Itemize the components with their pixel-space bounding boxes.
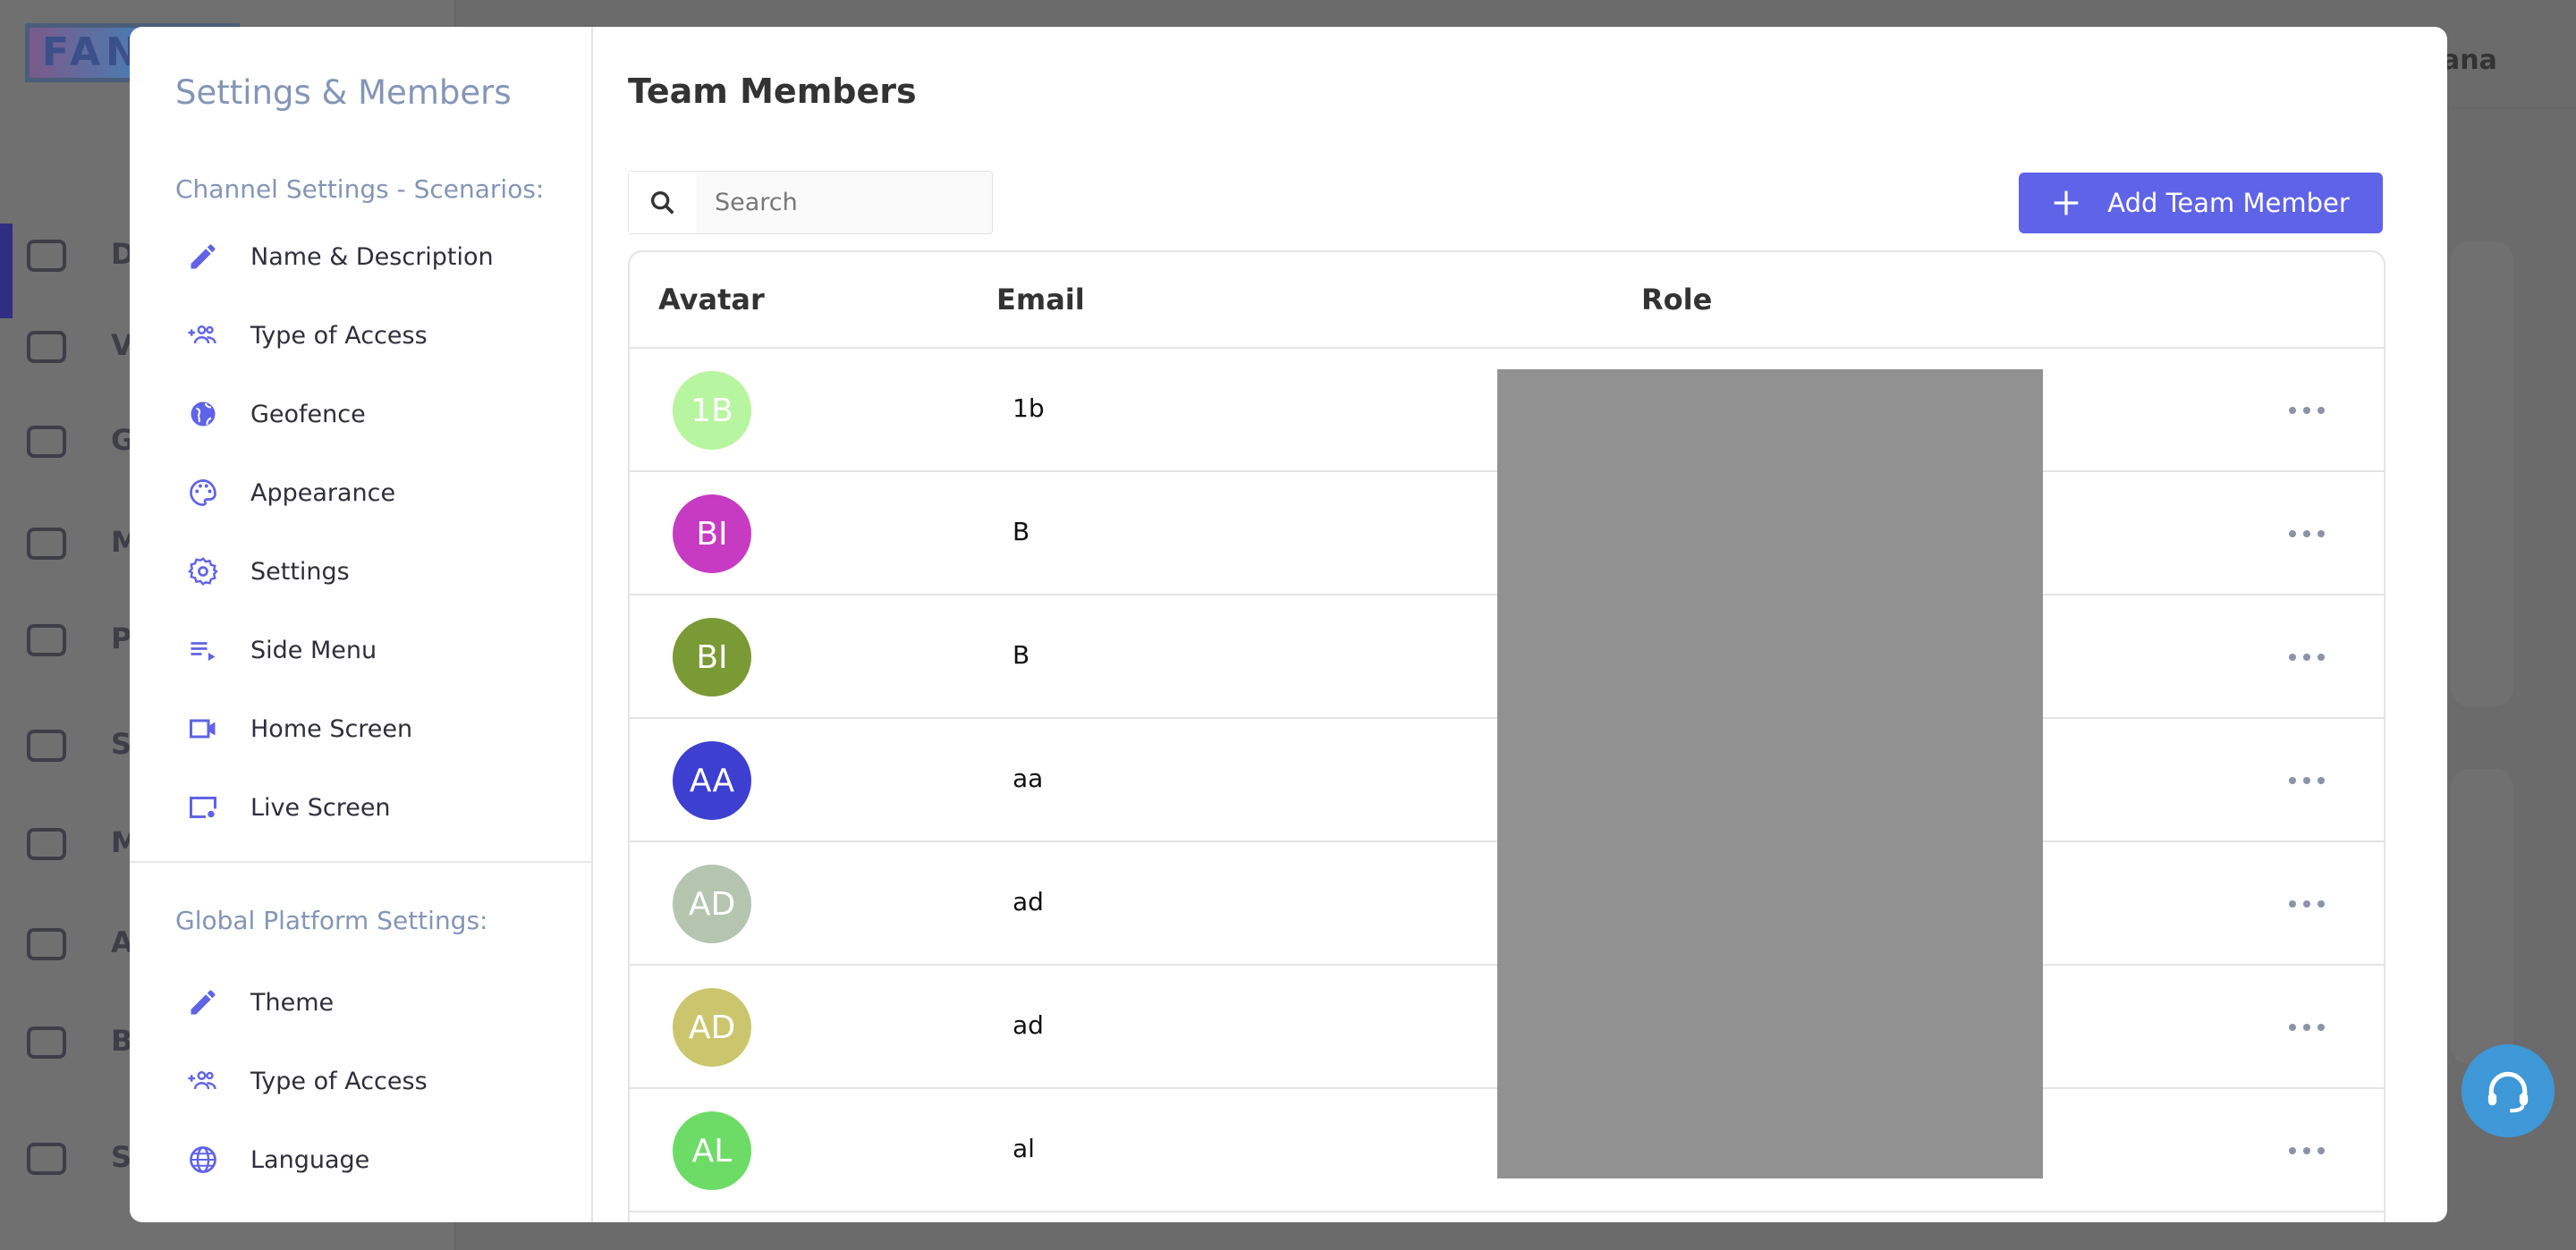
palette-icon xyxy=(185,475,221,511)
email-cell: 1b xyxy=(1013,393,1045,423)
pencil-icon xyxy=(185,239,221,274)
nav-item-geofence[interactable]: Geofence xyxy=(185,387,366,441)
more-options-icon[interactable] xyxy=(2289,645,2325,670)
gear-icon xyxy=(185,553,221,589)
sidebar-icon xyxy=(27,928,66,960)
team-members-panel: Team Members Add Team Member Avatar Emai… xyxy=(593,27,2447,1222)
pencil-icon xyxy=(185,984,221,1020)
avatar: 1B xyxy=(673,371,751,450)
more-options-icon[interactable] xyxy=(2289,891,2325,916)
more-options-icon[interactable] xyxy=(2289,1138,2325,1163)
group-add-icon xyxy=(185,1063,221,1099)
headset-icon xyxy=(2487,1071,2529,1113)
nav-item-label: Home Screen xyxy=(250,714,413,743)
redacted-area xyxy=(1497,369,2043,1178)
screen-settings-icon xyxy=(185,790,221,825)
nav-item-sign-up-settings[interactable]: Sign Up Settings xyxy=(185,1212,451,1222)
settings-nav: Settings & Members Channel Settings - Sc… xyxy=(130,27,593,1222)
add-team-member-label: Add Team Member xyxy=(2107,188,2350,218)
nav-item-label: Theme xyxy=(250,988,335,1017)
active-indicator xyxy=(0,224,13,318)
nav-item-label: Side Menu xyxy=(250,636,377,664)
nav-item-type-of-access[interactable]: Type of Access xyxy=(185,1054,428,1108)
avatar: BI xyxy=(673,618,751,697)
menu-play-icon xyxy=(185,632,221,668)
background-card xyxy=(2451,769,2513,1064)
sidebar-icon xyxy=(27,828,66,860)
add-team-member-button[interactable]: Add Team Member xyxy=(2019,173,2383,233)
more-options-icon[interactable] xyxy=(2289,768,2325,793)
sidebar-icon xyxy=(27,1143,66,1175)
settings-members-modal: Settings & Members Channel Settings - Sc… xyxy=(130,27,2447,1222)
sidebar-icon xyxy=(27,331,66,363)
nav-item-theme[interactable]: Theme xyxy=(185,976,334,1029)
group-add-icon xyxy=(185,317,221,353)
more-options-icon[interactable] xyxy=(2289,398,2325,423)
language-globe-icon xyxy=(185,1142,221,1178)
nav-item-type-of-access[interactable]: Type of Access xyxy=(185,308,428,362)
column-avatar: Avatar xyxy=(658,283,765,317)
nav-item-appearance[interactable]: Appearance xyxy=(185,466,395,519)
page-title: Team Members xyxy=(628,72,917,111)
avatar: AD xyxy=(673,988,751,1067)
global-settings-header: Global Platform Settings: xyxy=(175,906,488,935)
user-name[interactable]: ana xyxy=(2442,45,2497,76)
nav-item-label: Type of Access xyxy=(250,321,428,350)
avatar: AD xyxy=(673,865,751,943)
email-cell: B xyxy=(1013,517,1030,546)
avatar: AL xyxy=(673,1111,751,1190)
channel-settings-header: Channel Settings - Scenarios: xyxy=(175,174,545,204)
email-cell: aa xyxy=(1013,764,1044,793)
nav-item-side-menu[interactable]: Side Menu xyxy=(185,623,377,677)
nav-item-label: Language xyxy=(250,1145,370,1174)
video-camera-icon xyxy=(185,711,221,747)
column-email: Email xyxy=(996,283,1085,317)
nav-item-label: Settings xyxy=(250,557,350,586)
search-icon xyxy=(629,172,697,233)
nav-item-home-screen[interactable]: Home Screen xyxy=(185,702,412,756)
nav-item-language[interactable]: Language xyxy=(185,1133,369,1187)
email-cell: ad xyxy=(1013,887,1044,916)
nav-item-label: Appearance xyxy=(250,478,396,507)
avatar: BI xyxy=(673,494,751,573)
search-box xyxy=(628,171,993,234)
plus-icon xyxy=(2054,190,2079,215)
sidebar-icon xyxy=(27,240,66,272)
nav-item-label: Type of Access xyxy=(250,1067,428,1095)
globe-icon xyxy=(185,396,221,432)
search-input[interactable] xyxy=(697,189,983,216)
sidebar-icon xyxy=(27,730,66,762)
email-cell: ad xyxy=(1013,1010,1044,1040)
nav-title: Settings & Members xyxy=(175,73,512,112)
nav-item-name-description[interactable]: Name & Description xyxy=(185,230,494,283)
nav-item-settings[interactable]: Settings xyxy=(185,545,350,598)
email-cell: B xyxy=(1013,640,1030,670)
sidebar-icon xyxy=(27,1026,66,1059)
more-options-icon[interactable] xyxy=(2289,1015,2325,1040)
table-header: Avatar Email Role xyxy=(630,252,2384,349)
sidebar-icon xyxy=(27,426,66,458)
nav-item-label: Name & Description xyxy=(250,242,494,271)
account-box-icon xyxy=(185,1220,221,1222)
column-role: Role xyxy=(1641,283,1713,317)
avatar: AA xyxy=(673,741,751,820)
nav-item-live-screen[interactable]: Live Screen xyxy=(185,781,391,834)
divider xyxy=(130,861,591,863)
email-cell: al xyxy=(1013,1134,1035,1163)
nav-item-label: Live Screen xyxy=(250,793,391,822)
help-support-button[interactable] xyxy=(2462,1044,2555,1137)
nav-item-label: Geofence xyxy=(250,400,366,428)
sidebar-icon xyxy=(27,624,66,656)
background-card xyxy=(2451,241,2513,706)
more-options-icon[interactable] xyxy=(2289,521,2325,546)
sidebar-icon xyxy=(27,528,66,560)
